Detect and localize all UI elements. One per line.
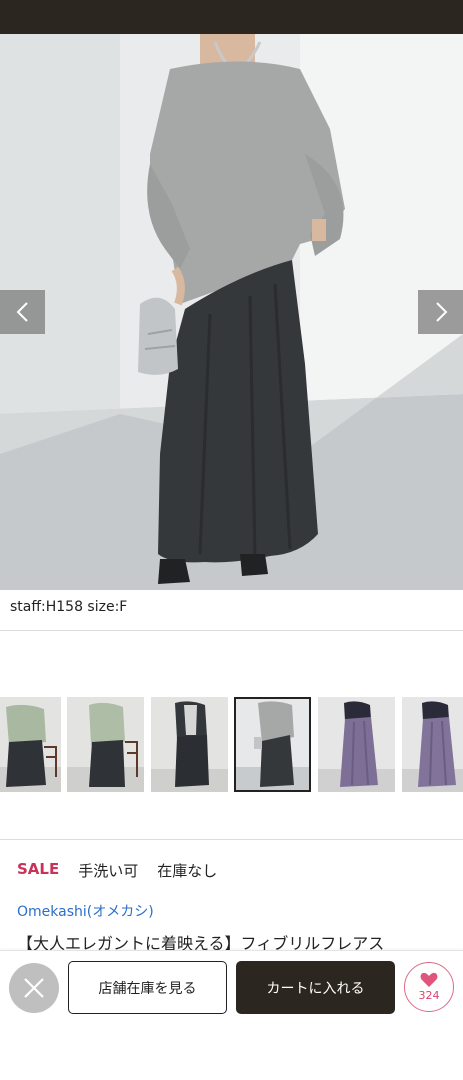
thumbnail-image: [318, 697, 395, 792]
stock-status-badge: 在庫なし: [157, 862, 218, 880]
favorite-button[interactable]: 324: [404, 962, 454, 1012]
thumbnail-2[interactable]: [67, 697, 144, 792]
heart-icon: [420, 972, 438, 987]
brand-link[interactable]: Omekashi(オメカシ): [17, 901, 154, 921]
thumbnail-image: [0, 697, 61, 792]
add-to-cart-button[interactable]: カートに入れる: [236, 961, 395, 1014]
store-stock-button[interactable]: 店舗在庫を見る: [68, 961, 227, 1014]
close-icon: [24, 978, 44, 998]
thumbnail-4[interactable]: [234, 697, 311, 792]
thumbnail-strip[interactable]: [0, 696, 463, 793]
product-main-image[interactable]: [0, 34, 463, 590]
chevron-left-icon: [16, 302, 28, 322]
product-photo: [0, 34, 463, 590]
sale-badge: SALE: [17, 860, 60, 878]
thumbnail-1[interactable]: [0, 697, 61, 792]
washable-badge: 手洗い可: [78, 862, 139, 880]
store-stock-label: 店舗在庫を見る: [98, 980, 197, 997]
add-to-cart-label: カートに入れる: [266, 980, 365, 997]
thumbnail-6[interactable]: [402, 697, 463, 792]
top-bar: [0, 0, 463, 34]
product-tags: SALE 手洗い可 在庫なし: [17, 860, 236, 881]
chevron-right-icon: [435, 302, 447, 322]
prev-image-button[interactable]: [0, 290, 45, 334]
staff-caption: staff:H158 size:F: [10, 599, 128, 615]
thumbnail-image: [234, 697, 311, 792]
thumbnail-5[interactable]: [318, 697, 395, 792]
next-image-button[interactable]: [418, 290, 463, 334]
thumbnail-3[interactable]: [151, 697, 228, 792]
thumbnail-image: [402, 697, 463, 792]
close-button[interactable]: [9, 963, 59, 1013]
divider: [0, 839, 463, 840]
thumbnail-image: [151, 697, 228, 792]
favorite-count: 324: [418, 989, 440, 1002]
thumbnail-image: [67, 697, 144, 792]
divider: [0, 630, 463, 631]
